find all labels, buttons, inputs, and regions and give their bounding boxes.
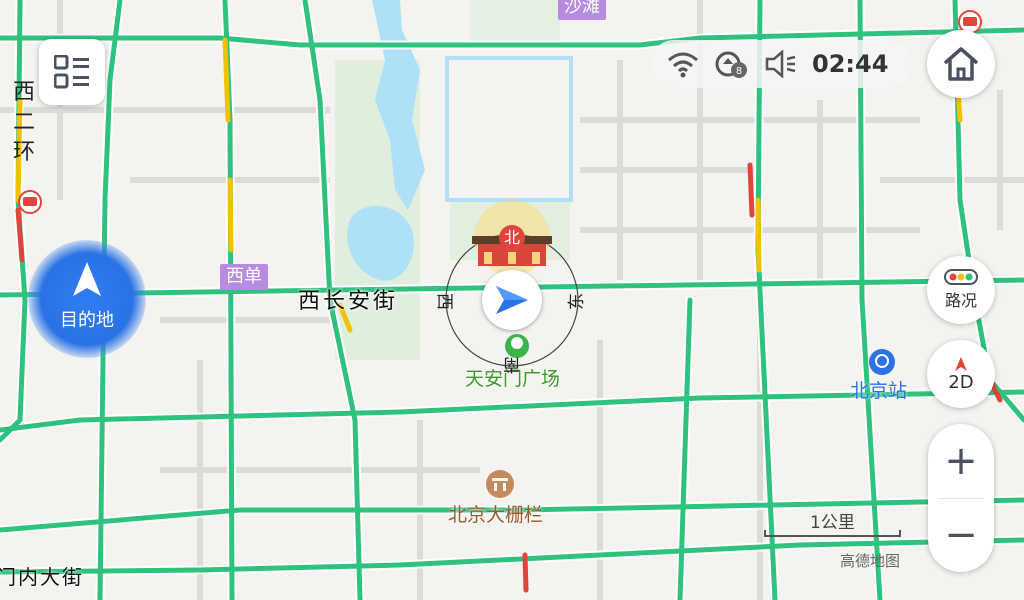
forbidden-city — [445, 56, 573, 202]
speaker-icon — [765, 50, 796, 78]
zoom-out-button[interactable]: − — [928, 498, 994, 572]
zoom-out-icon: − — [944, 512, 978, 558]
navigation-arrow-icon — [496, 286, 528, 314]
west-2nd-ring-label: 西 二 环 — [12, 80, 35, 165]
navigation-arrow-icon — [73, 262, 101, 296]
home-button[interactable] — [927, 30, 995, 98]
view-mode-label: 2D — [948, 371, 974, 393]
scale-label: 1公里 — [810, 513, 855, 533]
clock-time: 02:44 — [812, 50, 889, 78]
compass-east: 东 — [567, 293, 587, 310]
attribution-label: 高德地图 — [840, 552, 901, 570]
xidan-label: 西单 — [220, 264, 268, 290]
svg-text:8: 8 — [736, 66, 742, 77]
destination-button[interactable]: 目的地 — [28, 240, 146, 358]
menu-icon — [54, 55, 89, 89]
poi-gate-icon — [486, 470, 514, 498]
traffic-button[interactable]: 路况 — [927, 256, 995, 324]
destination-label: 目的地 — [60, 310, 114, 331]
station-icon — [869, 349, 895, 375]
view-mode-button[interactable]: 2D — [927, 340, 995, 408]
compass-west: 西 — [434, 293, 454, 310]
traffic-label: 路况 — [944, 291, 977, 310]
zoom-in-button[interactable]: + — [928, 424, 994, 498]
shatan-label: 沙滩 — [558, 0, 606, 20]
status-bar: 8 02:44 — [650, 40, 912, 88]
street-label: 门内大街 — [0, 565, 84, 589]
zoom-control: + − — [928, 424, 994, 572]
compass-north-icon — [955, 356, 967, 371]
signal-icon: 8 — [715, 51, 747, 78]
wifi-icon — [668, 52, 698, 78]
zoom-in-icon: + — [944, 438, 978, 484]
menu-button[interactable] — [39, 39, 105, 105]
dashilan-label: 北京大栅栏 — [448, 504, 544, 526]
compass-south: 南 — [503, 354, 520, 374]
car-position-marker — [482, 270, 542, 330]
traffic-light-icon — [944, 269, 978, 285]
beijing-station-label: 北京站 — [850, 380, 908, 402]
compass-north: 北 — [499, 225, 525, 251]
chang-an-label: 西长安街 — [298, 289, 399, 314]
home-icon — [943, 47, 979, 81]
